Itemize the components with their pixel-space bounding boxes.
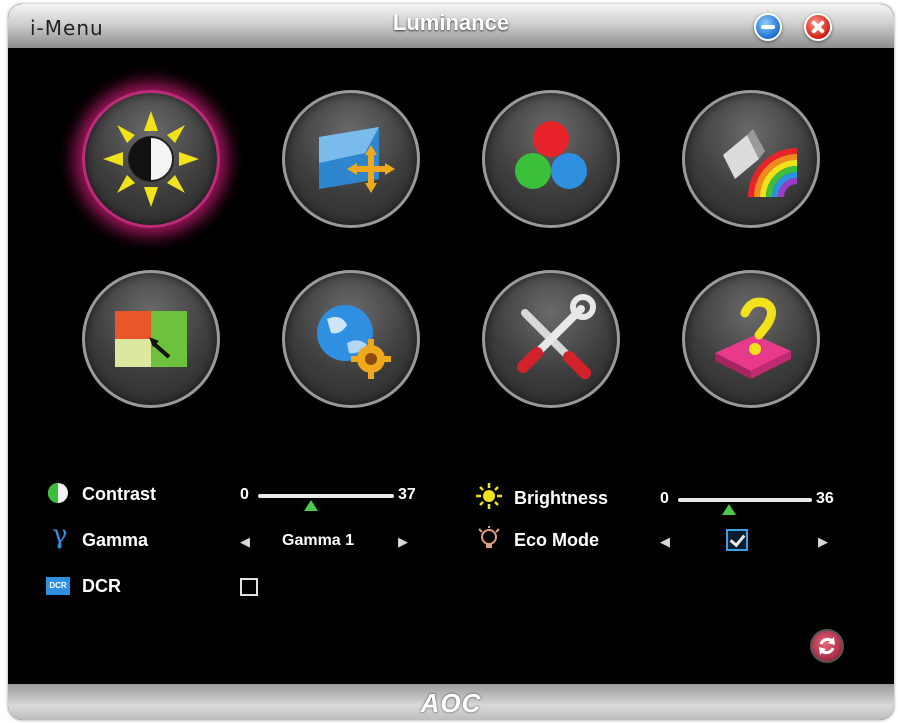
footer-bar: AOC xyxy=(8,684,894,720)
menu-tile-osd-setup[interactable] xyxy=(82,270,220,408)
brightness-min: 0 xyxy=(660,490,669,507)
gamma-prev-arrow[interactable]: ◀ xyxy=(240,534,250,550)
color-setup-icon xyxy=(515,121,587,189)
exit-icon xyxy=(715,297,791,379)
minimize-button[interactable] xyxy=(754,13,782,41)
brand-logo: AOC xyxy=(420,688,482,718)
brightness-icon xyxy=(476,483,502,509)
extra-globe-icon xyxy=(317,305,391,379)
reset-icon xyxy=(819,637,835,655)
luminance-sun-icon xyxy=(103,111,199,207)
title-bar[interactable]: i-Menu Luminance xyxy=(8,4,894,48)
brightness-slider[interactable] xyxy=(678,498,812,502)
reset-button[interactable] xyxy=(810,629,844,663)
gamma-icon: γ xyxy=(52,520,68,550)
menu-tile-extra[interactable] xyxy=(282,270,420,408)
contrast-min: 0 xyxy=(240,486,249,503)
imenu-window: i-Menu Luminance Contrast 0 37 Brightnes… xyxy=(8,4,894,720)
image-setup-icon xyxy=(319,127,395,193)
contrast-slider[interactable] xyxy=(258,494,394,498)
close-button[interactable] xyxy=(804,13,832,41)
menu-tile-tools[interactable] xyxy=(482,270,620,408)
dcr-checkbox[interactable] xyxy=(240,578,258,596)
menu-tile-image-setup[interactable] xyxy=(282,90,420,228)
eco-mode-checkbox[interactable] xyxy=(726,529,748,551)
contrast-value: 37 xyxy=(398,486,416,503)
dcr-icon: DCR xyxy=(46,577,70,595)
picture-boost-icon xyxy=(723,129,798,198)
gamma-value: Gamma 1 xyxy=(282,532,355,549)
dcr-label: DCR xyxy=(82,576,121,596)
eco-mode-next-arrow[interactable]: ▶ xyxy=(818,534,828,550)
gamma-label: Gamma xyxy=(82,530,149,550)
brightness-label: Brightness xyxy=(514,488,609,508)
contrast-label: Contrast xyxy=(82,484,157,504)
eco-mode-prev-arrow[interactable]: ◀ xyxy=(660,534,670,550)
eco-mode-label: Eco Mode xyxy=(514,530,600,550)
contrast-icon xyxy=(48,483,68,503)
menu-tile-luminance[interactable] xyxy=(82,90,220,228)
brightness-value: 36 xyxy=(816,490,834,507)
osd-setup-icon xyxy=(115,311,187,367)
eco-mode-icon xyxy=(478,526,500,548)
menu-tile-picture-boost[interactable] xyxy=(682,90,820,228)
menu-tile-exit[interactable] xyxy=(682,270,820,408)
contrast-slider-thumb[interactable] xyxy=(304,500,318,511)
tools-icon xyxy=(517,294,596,379)
menu-tile-color-setup[interactable] xyxy=(482,90,620,228)
gamma-next-arrow[interactable]: ▶ xyxy=(398,534,408,550)
brightness-slider-thumb[interactable] xyxy=(722,504,736,515)
